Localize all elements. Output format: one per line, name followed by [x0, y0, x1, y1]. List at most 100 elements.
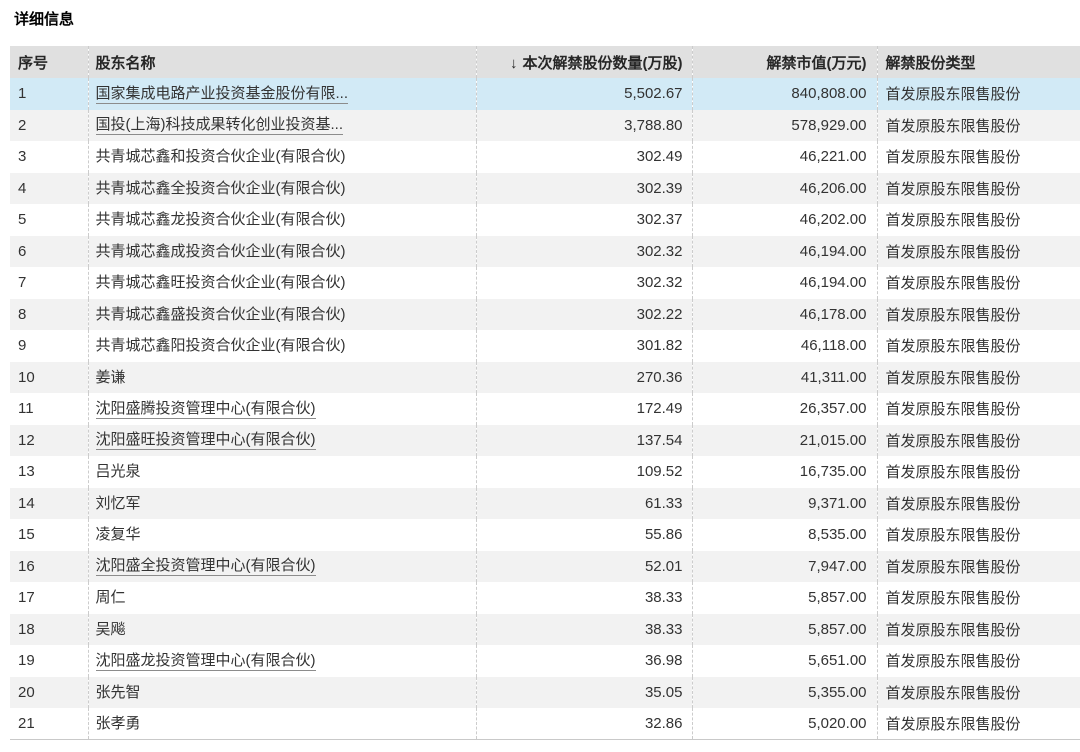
- table-row[interactable]: 17 周仁 38.33 5,857.00 首发原股东限售股份: [10, 582, 1080, 614]
- table-row[interactable]: 21 张孝勇 32.86 5,020.00 首发原股东限售股份: [10, 708, 1080, 740]
- market-value-cell: 46,178.00: [692, 299, 877, 331]
- unlocked-quantity-cell: 302.32: [476, 267, 692, 299]
- shareholder-name[interactable]: 国家集成电路产业投资基金股份有限...: [96, 84, 349, 104]
- col-header-unlocked-quantity[interactable]: ↓ 本次解禁股份数量(万股): [476, 46, 692, 78]
- row-index: 13: [10, 456, 88, 488]
- unlocked-quantity-cell: 38.33: [476, 582, 692, 614]
- unlocked-quantity-cell: 302.49: [476, 141, 692, 173]
- row-index: 1: [10, 78, 88, 110]
- unlocked-quantity-cell: 302.39: [476, 173, 692, 205]
- col-header-share-type[interactable]: 解禁股份类型: [877, 46, 1080, 78]
- row-index: 8: [10, 299, 88, 331]
- table-row[interactable]: 6 共青城芯鑫成投资合伙企业(有限合伙) 302.32 46,194.00 首发…: [10, 236, 1080, 268]
- table-row[interactable]: 2 国投(上海)科技成果转化创业投资基... 3,788.80 578,929.…: [10, 110, 1080, 142]
- row-index: 4: [10, 173, 88, 205]
- col-header-shareholder-name[interactable]: 股东名称: [88, 46, 476, 78]
- table-row[interactable]: 11 沈阳盛腾投资管理中心(有限合伙) 172.49 26,357.00 首发原…: [10, 393, 1080, 425]
- shareholder-name-cell: 张孝勇: [88, 708, 476, 740]
- table-row[interactable]: 8 共青城芯鑫盛投资合伙企业(有限合伙) 302.22 46,178.00 首发…: [10, 299, 1080, 331]
- table-row[interactable]: 12 沈阳盛旺投资管理中心(有限合伙) 137.54 21,015.00 首发原…: [10, 425, 1080, 457]
- market-value-cell: 5,857.00: [692, 582, 877, 614]
- shareholder-name: 共青城芯鑫龙投资合伙企业(有限合伙): [96, 210, 346, 229]
- table-row[interactable]: 5 共青城芯鑫龙投资合伙企业(有限合伙) 302.37 46,202.00 首发…: [10, 204, 1080, 236]
- page-title: 详细信息: [14, 10, 1080, 30]
- unlocked-quantity-cell: 52.01: [476, 551, 692, 583]
- shareholder-name-cell: 共青城芯鑫盛投资合伙企业(有限合伙): [88, 299, 476, 331]
- row-index: 5: [10, 204, 88, 236]
- table-row[interactable]: 13 吕光泉 109.52 16,735.00 首发原股东限售股份: [10, 456, 1080, 488]
- row-index: 3: [10, 141, 88, 173]
- sort-desc-icon: ↓: [510, 55, 518, 72]
- market-value-cell: 46,202.00: [692, 204, 877, 236]
- unlocked-quantity-cell: 61.33: [476, 488, 692, 520]
- table-row[interactable]: 16 沈阳盛全投资管理中心(有限合伙) 52.01 7,947.00 首发原股东…: [10, 551, 1080, 583]
- share-type-cell: 首发原股东限售股份: [877, 582, 1080, 614]
- share-type-cell: 首发原股东限售股份: [877, 393, 1080, 425]
- market-value-cell: 8,535.00: [692, 519, 877, 551]
- shareholder-name: 吴飚: [96, 620, 126, 639]
- shareholder-name: 共青城芯鑫和投资合伙企业(有限合伙): [96, 147, 346, 166]
- share-type-cell: 首发原股东限售股份: [877, 110, 1080, 142]
- share-type-cell: 首发原股东限售股份: [877, 173, 1080, 205]
- shareholder-name[interactable]: 沈阳盛龙投资管理中心(有限合伙): [96, 651, 316, 671]
- table-row[interactable]: 9 共青城芯鑫阳投资合伙企业(有限合伙) 301.82 46,118.00 首发…: [10, 330, 1080, 362]
- page: 详细信息 序号 股东名称 ↓ 本次解禁股份数量(万股) 解禁市值(万元) 解禁股份…: [0, 10, 1080, 740]
- market-value-cell: 21,015.00: [692, 425, 877, 457]
- table-row[interactable]: 4 共青城芯鑫全投资合伙企业(有限合伙) 302.39 46,206.00 首发…: [10, 173, 1080, 205]
- shareholder-name-cell: 沈阳盛旺投资管理中心(有限合伙): [88, 425, 476, 457]
- share-type-cell: 首发原股东限售股份: [877, 677, 1080, 709]
- shareholder-name-cell: 周仁: [88, 582, 476, 614]
- shareholder-name[interactable]: 沈阳盛腾投资管理中心(有限合伙): [96, 399, 316, 419]
- share-type-cell: 首发原股东限售股份: [877, 330, 1080, 362]
- shareholder-name[interactable]: 国投(上海)科技成果转化创业投资基...: [96, 115, 344, 135]
- share-type-cell: 首发原股东限售股份: [877, 645, 1080, 677]
- shareholder-name[interactable]: 沈阳盛全投资管理中心(有限合伙): [96, 556, 316, 576]
- market-value-cell: 46,221.00: [692, 141, 877, 173]
- unlocked-quantity-cell: 32.86: [476, 708, 692, 740]
- unlocked-quantity-cell: 137.54: [476, 425, 692, 457]
- market-value-cell: 26,357.00: [692, 393, 877, 425]
- col-header-market-value[interactable]: 解禁市值(万元): [692, 46, 877, 78]
- unlocked-quantity-cell: 302.37: [476, 204, 692, 236]
- market-value-cell: 41,311.00: [692, 362, 877, 394]
- shareholder-name-cell: 共青城芯鑫全投资合伙企业(有限合伙): [88, 173, 476, 205]
- row-index: 19: [10, 645, 88, 677]
- table-row[interactable]: 14 刘忆军 61.33 9,371.00 首发原股东限售股份: [10, 488, 1080, 520]
- share-type-cell: 首发原股东限售股份: [877, 456, 1080, 488]
- shareholder-name-cell: 国投(上海)科技成果转化创业投资基...: [88, 110, 476, 142]
- share-type-cell: 首发原股东限售股份: [877, 708, 1080, 740]
- table-body: 1 国家集成电路产业投资基金股份有限... 5,502.67 840,808.0…: [10, 78, 1080, 740]
- table-row[interactable]: 7 共青城芯鑫旺投资合伙企业(有限合伙) 302.32 46,194.00 首发…: [10, 267, 1080, 299]
- row-index: 21: [10, 708, 88, 740]
- table-row[interactable]: 15 凌复华 55.86 8,535.00 首发原股东限售股份: [10, 519, 1080, 551]
- shareholder-name-cell: 共青城芯鑫旺投资合伙企业(有限合伙): [88, 267, 476, 299]
- col-header-unlocked-quantity-label: 本次解禁股份数量(万股): [523, 55, 683, 72]
- table-row[interactable]: 20 张先智 35.05 5,355.00 首发原股东限售股份: [10, 677, 1080, 709]
- shareholder-name: 凌复华: [96, 525, 141, 544]
- table-row[interactable]: 19 沈阳盛龙投资管理中心(有限合伙) 36.98 5,651.00 首发原股东…: [10, 645, 1080, 677]
- table-row[interactable]: 10 姜谦 270.36 41,311.00 首发原股东限售股份: [10, 362, 1080, 394]
- market-value-cell: 5,857.00: [692, 614, 877, 646]
- market-value-cell: 7,947.00: [692, 551, 877, 583]
- shareholder-name: 姜谦: [96, 368, 126, 387]
- shareholder-name-cell: 沈阳盛全投资管理中心(有限合伙): [88, 551, 476, 583]
- row-index: 17: [10, 582, 88, 614]
- table-row[interactable]: 3 共青城芯鑫和投资合伙企业(有限合伙) 302.49 46,221.00 首发…: [10, 141, 1080, 173]
- market-value-cell: 5,355.00: [692, 677, 877, 709]
- shareholder-name: 共青城芯鑫成投资合伙企业(有限合伙): [96, 242, 346, 261]
- shareholder-name: 张先智: [96, 683, 141, 702]
- share-type-cell: 首发原股东限售股份: [877, 78, 1080, 110]
- table-row[interactable]: 1 国家集成电路产业投资基金股份有限... 5,502.67 840,808.0…: [10, 78, 1080, 110]
- row-index: 18: [10, 614, 88, 646]
- table-row[interactable]: 18 吴飚 38.33 5,857.00 首发原股东限售股份: [10, 614, 1080, 646]
- unlocked-quantity-cell: 301.82: [476, 330, 692, 362]
- col-header-index[interactable]: 序号: [10, 46, 88, 78]
- share-type-cell: 首发原股东限售股份: [877, 519, 1080, 551]
- unlocked-quantity-cell: 5,502.67: [476, 78, 692, 110]
- unlocked-quantity-cell: 109.52: [476, 456, 692, 488]
- shareholder-name[interactable]: 沈阳盛旺投资管理中心(有限合伙): [96, 430, 316, 450]
- unlocked-quantity-cell: 36.98: [476, 645, 692, 677]
- shareholder-name-cell: 共青城芯鑫阳投资合伙企业(有限合伙): [88, 330, 476, 362]
- shareholder-name-cell: 共青城芯鑫龙投资合伙企业(有限合伙): [88, 204, 476, 236]
- shareholder-name: 共青城芯鑫阳投资合伙企业(有限合伙): [96, 336, 346, 355]
